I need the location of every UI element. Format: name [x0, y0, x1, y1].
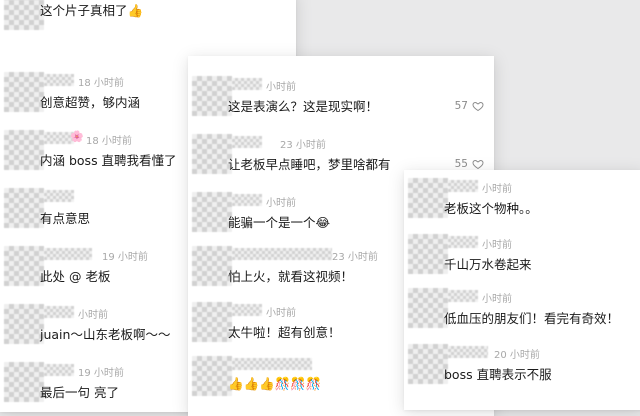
- avatar[interactable]: [192, 246, 232, 286]
- comment-text: 有点意思: [40, 211, 91, 226]
- comment-time: 小时前: [266, 82, 296, 93]
- comment-time: 小时前: [266, 198, 296, 209]
- comment-time: 23 小时前: [280, 140, 326, 151]
- avatar[interactable]: [4, 246, 44, 286]
- comment-text: 千山万水卷起来: [444, 257, 532, 272]
- nickname-blurred: [448, 346, 488, 358]
- nickname-blurred: [232, 248, 332, 260]
- avatar[interactable]: [4, 304, 44, 344]
- avatar[interactable]: [192, 356, 232, 396]
- comment-time: 20 小时前: [494, 350, 540, 361]
- like-control[interactable]: 57: [455, 100, 484, 112]
- nickname-blurred: [448, 180, 478, 192]
- avatar[interactable]: [408, 178, 448, 218]
- comment-panel-right: 小时前 老板这个物种。。 小时前 千山万水卷起来 小时前 低血压的朋友们！看完有…: [404, 170, 640, 410]
- avatar[interactable]: [4, 130, 44, 170]
- comment-item[interactable]: 小时前 千山万水卷起来: [404, 234, 640, 290]
- comment-time: 18 小时前: [86, 136, 132, 147]
- like-count: 55: [454, 158, 468, 170]
- comment-text: 此处 @ 老板: [40, 269, 111, 284]
- nickname-blurred: [232, 78, 262, 90]
- comment-item[interactable]: 小时前 低血压的朋友们！看完有奇效！: [404, 288, 640, 344]
- like-control[interactable]: 55: [455, 158, 484, 170]
- comment-text: 老板这个物种。。: [444, 201, 538, 216]
- nickname-blurred: [232, 304, 262, 316]
- flower-icon: 🌸: [70, 130, 84, 143]
- comment-text: 这是表演么？这是现实啊！: [228, 99, 379, 114]
- nickname-blurred: [44, 306, 74, 318]
- comment-time: 小时前: [482, 184, 512, 195]
- comment-text: 内涵 boss 直聘我看懂了: [40, 153, 177, 168]
- comment-time: 18 小时前: [78, 78, 124, 89]
- comment-time: 小时前: [266, 308, 296, 319]
- avatar[interactable]: [4, 188, 44, 228]
- comment-text: 👍👍👍🎊🎊🎊: [228, 376, 322, 391]
- nickname-blurred: [448, 236, 478, 248]
- comment-text: juain～山东老板啊～～: [40, 327, 171, 342]
- comment-text: 太牛啦！超有创意！: [228, 325, 341, 340]
- comment-item[interactable]: 小时前 这是表演么？这是现实啊！ 57: [188, 76, 494, 132]
- nickname-blurred: [448, 290, 478, 302]
- comment-text: 能骗一个是一个😂: [228, 215, 331, 230]
- nickname-blurred: [232, 194, 262, 206]
- heart-outline-icon[interactable]: [472, 100, 484, 112]
- avatar[interactable]: [408, 344, 448, 384]
- heart-outline-icon[interactable]: [472, 158, 484, 170]
- comment-item[interactable]: 20 小时前 boss 直聘表示不服: [404, 344, 640, 400]
- comment-text: 最后一句 亮了: [40, 385, 119, 400]
- avatar[interactable]: [4, 0, 44, 30]
- comment-time: 小时前: [482, 294, 512, 305]
- avatar[interactable]: [4, 362, 44, 402]
- nickname-blurred: [44, 364, 74, 376]
- comment-item[interactable]: 小时前 老板这个物种。。: [404, 178, 640, 234]
- comment-time: 19 小时前: [78, 368, 124, 379]
- like-count: 57: [454, 100, 468, 112]
- avatar[interactable]: [192, 134, 232, 174]
- avatar[interactable]: [408, 234, 448, 274]
- avatar[interactable]: [4, 72, 44, 112]
- comment-time: 23 小时前: [332, 252, 378, 263]
- nickname-blurred: [44, 190, 74, 202]
- comment-item[interactable]: 这个片子真相了👍: [0, 0, 296, 44]
- nickname-blurred: [232, 136, 262, 148]
- avatar[interactable]: [408, 288, 448, 328]
- comment-text: boss 直聘表示不服: [444, 367, 552, 382]
- nickname-blurred: [44, 248, 92, 260]
- comment-time: 小时前: [78, 310, 108, 321]
- comment-text: 怕上火，就看这视频！: [228, 269, 354, 284]
- comment-text: 这个片子真相了👍: [40, 3, 144, 18]
- comment-text: 低血压的朋友们！看完有奇效！: [444, 311, 620, 326]
- nickname-blurred: [44, 74, 74, 86]
- avatar[interactable]: [192, 76, 232, 116]
- comment-text: 创意超赞，够内涵: [40, 95, 141, 110]
- comment-text: 让老板早点睡吧，梦里啥都有: [228, 157, 391, 172]
- avatar[interactable]: [192, 192, 232, 232]
- comment-time: 19 小时前: [102, 252, 148, 263]
- comment-time: 小时前: [482, 240, 512, 251]
- nickname-blurred: [232, 358, 312, 370]
- avatar[interactable]: [192, 302, 232, 342]
